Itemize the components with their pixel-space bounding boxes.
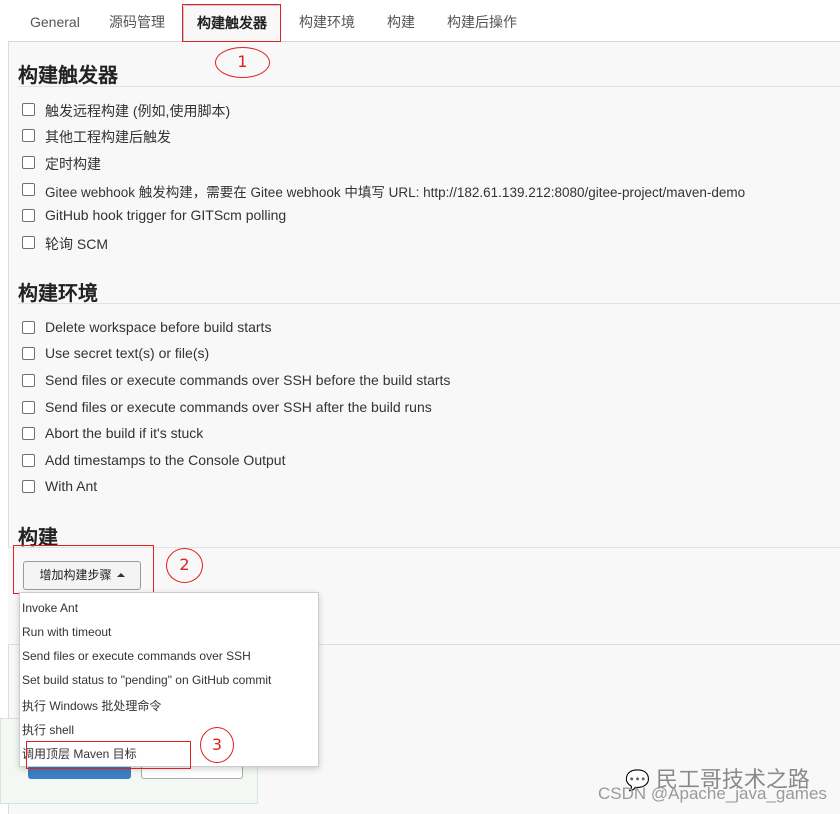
checkbox[interactable]	[22, 236, 35, 249]
annotation-circle-2: 2	[166, 548, 203, 583]
menu-item-github-pending[interactable]: Set build status to "pending" on GitHub …	[22, 673, 271, 693]
trigger-option-label: 轮询 SCM	[45, 236, 108, 252]
annotation-box-add-step	[13, 545, 154, 594]
checkbox[interactable]	[22, 183, 35, 196]
checkbox[interactable]	[22, 103, 35, 116]
trigger-option-label: 触发远程构建 (例如,使用脚本)	[45, 103, 231, 119]
trigger-option-label: Gitee webhook 触发构建，需要在 Gitee webhook 中填写…	[45, 185, 746, 200]
menu-item-run-with-timeout[interactable]: Run with timeout	[22, 625, 111, 645]
tab-general[interactable]: General	[30, 0, 80, 41]
checkbox[interactable]	[22, 374, 35, 387]
env-option-label: With Ant	[45, 478, 98, 494]
tab-post-build[interactable]: 构建后操作	[447, 0, 517, 41]
annotation-circle-1: 1	[215, 47, 270, 78]
menu-item-shell[interactable]: 执行 shell	[22, 721, 74, 741]
checkbox[interactable]	[22, 347, 35, 360]
checkbox[interactable]	[22, 156, 35, 169]
trigger-option-label: 其他工程构建后触发	[45, 129, 171, 145]
checkbox[interactable]	[22, 454, 35, 467]
env-option-label: Use secret text(s) or file(s)	[45, 345, 210, 361]
env-option-label: Send files or execute commands over SSH …	[45, 399, 432, 415]
checkbox[interactable]	[22, 209, 35, 222]
tab-build-environment[interactable]: 构建环境	[299, 0, 355, 41]
annotation-box-maven	[26, 741, 191, 769]
checkbox[interactable]	[22, 129, 35, 142]
env-option-label: Abort the build if it's stuck	[45, 425, 204, 441]
trigger-option-label: 定时构建	[45, 156, 101, 172]
menu-item-ssh[interactable]: Send files or execute commands over SSH	[22, 649, 251, 669]
checkbox[interactable]	[22, 427, 35, 440]
section-title-triggers: 构建触发器	[18, 65, 118, 87]
annotation-box-tab	[182, 4, 281, 42]
menu-item-invoke-ant[interactable]: Invoke Ant	[22, 601, 78, 621]
env-option-label: Add timestamps to the Console Output	[45, 452, 286, 468]
env-option-label: Send files or execute commands over SSH …	[45, 372, 451, 388]
trigger-option-label: GitHub hook trigger for GITScm polling	[45, 207, 287, 223]
env-option-label: Delete workspace before build starts	[45, 319, 272, 335]
csdn-watermark: CSDN @Apache_java_games	[598, 784, 827, 803]
section-divider	[18, 86, 840, 87]
checkbox[interactable]	[22, 401, 35, 414]
section-title-environment: 构建环境	[18, 283, 98, 305]
section-divider	[18, 303, 840, 304]
tab-build[interactable]: 构建	[387, 0, 415, 41]
annotation-circle-3: 3	[200, 727, 234, 763]
checkbox[interactable]	[22, 480, 35, 493]
tab-source-control[interactable]: 源码管理	[109, 0, 165, 41]
menu-item-windows-batch[interactable]: 执行 Windows 批处理命令	[22, 697, 161, 717]
checkbox[interactable]	[22, 321, 35, 334]
